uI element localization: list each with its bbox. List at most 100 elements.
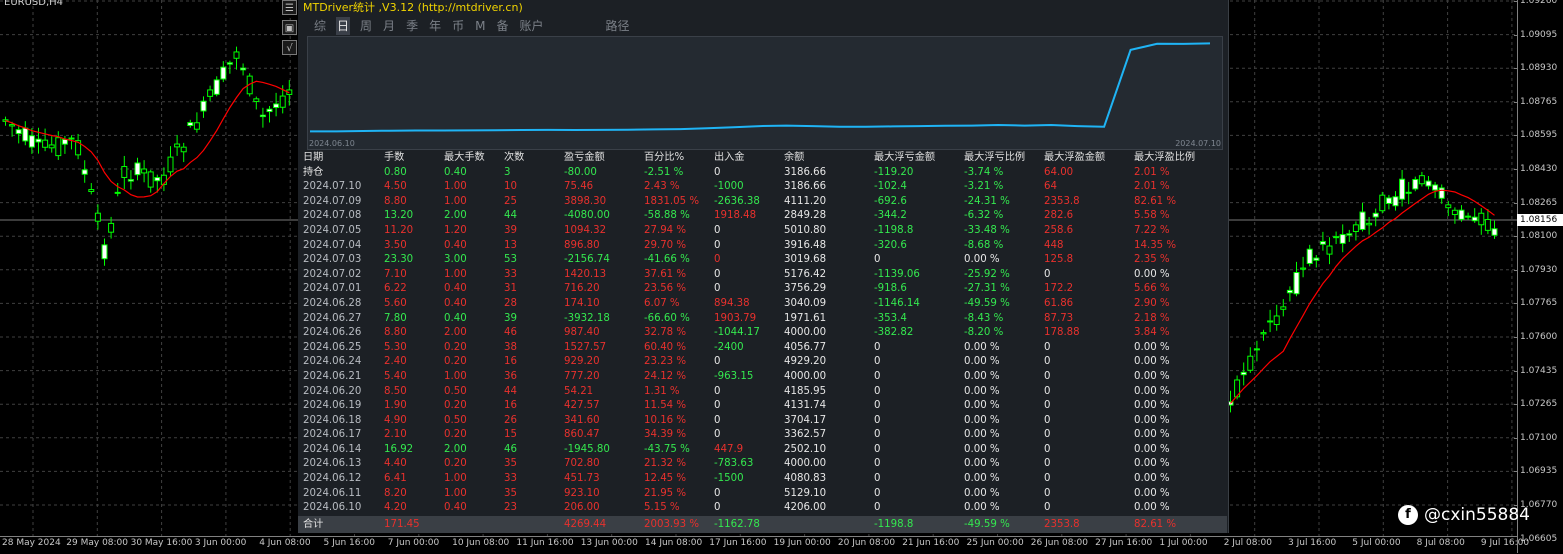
cell-maxgainpct: 0.00 %	[1134, 400, 1170, 412]
cell-count: 36	[504, 370, 517, 382]
cell-maxlosspct: -8.68 %	[964, 239, 1004, 251]
cell-count: 33	[504, 268, 517, 280]
cell-balance: 1971.61	[784, 312, 827, 324]
time-tick: 2 Jul 08:00	[1223, 538, 1272, 548]
cell-flow: 0	[714, 254, 721, 266]
candle-body	[226, 62, 233, 65]
cell-lots: 2.10	[384, 429, 407, 441]
cell-lots: 8.80	[384, 195, 407, 207]
tab-6[interactable]: 币	[451, 17, 465, 35]
cell-pct: 37.61 %	[644, 268, 687, 280]
cell-date: 2024.06.13	[303, 458, 362, 470]
tab-0[interactable]: 综	[313, 17, 327, 35]
cell-flow: 0	[714, 385, 721, 397]
cell-maxloss: 0	[874, 400, 881, 412]
cell-balance: 5176.42	[784, 268, 827, 280]
cell-maxgainpct: 0.00 %	[1134, 429, 1170, 441]
table-row: 2024.07.03 23.30 3.00 53 -2156.74 -41.66 % 0 30…	[303, 253, 1223, 268]
tab-8[interactable]: 备	[495, 17, 509, 35]
cell-pct: -66.60 %	[644, 312, 690, 324]
candle-body	[1465, 215, 1472, 218]
candle-body	[1313, 257, 1320, 261]
tab-1[interactable]: 日	[336, 17, 351, 35]
candle-body	[259, 114, 266, 118]
cell-maxloss: 0	[874, 502, 881, 514]
candle-body	[1280, 306, 1287, 310]
cell-pnl: 987.40	[564, 327, 600, 339]
tab-2[interactable]: 周	[359, 17, 373, 35]
cell-lots: 0.80	[384, 166, 407, 178]
cell-pct: 23.56 %	[644, 283, 687, 295]
price-tick: 1.07600	[1520, 332, 1558, 342]
cell-maxloss: 0	[874, 370, 881, 382]
cell-maxloss: 0	[874, 458, 881, 470]
cell-pnl: -80.00	[564, 166, 597, 178]
cell-pct: 32.78 %	[644, 327, 687, 339]
candle-body	[1372, 212, 1379, 218]
column-header: 最大浮盈金额	[1044, 152, 1106, 163]
column-header: 次数	[504, 152, 525, 163]
cell-maxgain: 0	[1044, 429, 1051, 441]
cell-balance: 3019.68	[784, 254, 827, 266]
cell-pnl: 427.57	[564, 400, 600, 412]
time-tick: 20 Jun 08:00	[837, 538, 896, 548]
cell-maxgainpct: 5.66 %	[1134, 283, 1170, 295]
cell-maxlots: 0.20	[444, 400, 467, 412]
tab-9[interactable]: 账户	[518, 17, 544, 35]
price-tick: 1.07930	[1520, 264, 1558, 275]
cell-pct: 1831.05 %	[644, 195, 700, 207]
total-maxgain-pct: 82.61 %	[1134, 519, 1177, 530]
candle-body	[1399, 178, 1406, 200]
cell-date: 2024.06.20	[303, 385, 362, 397]
table-row: 2024.06.19 1.90 0.20 16 427.57 11.54 % 0 4131.7…	[303, 399, 1223, 414]
candle-body	[1306, 248, 1313, 264]
cell-maxlots: 0.20	[444, 356, 467, 368]
stats-panel[interactable]: MTDriver统计 ,V3.12 (http://mtdriver.cn) 综…	[298, 0, 1229, 533]
candle-body	[154, 177, 161, 182]
cell-date: 2024.07.03	[303, 254, 362, 266]
chart-icon[interactable]: ▣	[282, 20, 297, 35]
cell-date: 2024.06.25	[303, 341, 362, 353]
total-maxloss-pct: -49.59 %	[964, 519, 1010, 530]
cell-maxloss: 0	[874, 356, 881, 368]
time-axis: 28 May 2024 29 May 08:00 30 May 16:00 3 Jun…	[0, 536, 1529, 554]
cell-date: 2024.06.11	[303, 487, 362, 499]
tab-4[interactable]: 季	[405, 17, 419, 35]
cell-balance: 5129.10	[784, 487, 827, 499]
cell-maxlots: 0.40	[444, 166, 467, 178]
menu-icon[interactable]: ☰	[282, 0, 297, 15]
column-header: 最大手数	[444, 152, 485, 163]
cell-maxlosspct: -25.92 %	[964, 268, 1010, 280]
candle-body	[180, 146, 187, 153]
cell-maxlosspct: 0.00 %	[964, 502, 1000, 514]
cell-count: 46	[504, 327, 517, 339]
cell-maxloss: -353.4	[874, 312, 907, 324]
cell-maxgain: 172.2	[1044, 283, 1074, 295]
cell-pct: 29.70 %	[644, 239, 687, 251]
cell-pnl: 174.10	[564, 297, 600, 309]
cell-maxgain: 448	[1044, 239, 1064, 251]
cell-count: 38	[504, 341, 517, 353]
cell-maxlots: 0.40	[444, 312, 467, 324]
cell-pnl: 702.80	[564, 458, 600, 470]
candle-body	[22, 127, 29, 142]
cell-balance: 2849.28	[784, 210, 827, 222]
cell-maxgainpct: 0.00 %	[1134, 458, 1170, 470]
cell-maxgain: 0	[1044, 414, 1051, 426]
cell-count: 13	[504, 239, 517, 251]
cell-maxgainpct: 0.00 %	[1134, 487, 1170, 499]
tab-7[interactable]: M	[474, 17, 486, 35]
watermark: f @cxin55884	[1398, 505, 1530, 525]
tab-5[interactable]: 年	[428, 17, 442, 35]
cell-pct: 2.43 %	[644, 181, 680, 193]
price-tick: 1.07435	[1520, 365, 1558, 376]
cell-pnl: -2156.74	[564, 254, 610, 266]
cell-pct: 10.16 %	[644, 414, 687, 426]
cell-pct: -41.66 %	[644, 254, 690, 266]
tab-3[interactable]: 月	[382, 17, 396, 35]
cell-maxgainpct: 0.00 %	[1134, 414, 1170, 426]
candle-body	[1432, 184, 1439, 191]
cell-pnl: -4080.00	[564, 210, 610, 222]
check-icon[interactable]: √	[282, 40, 297, 55]
tab-10[interactable]: 路径	[605, 17, 631, 35]
